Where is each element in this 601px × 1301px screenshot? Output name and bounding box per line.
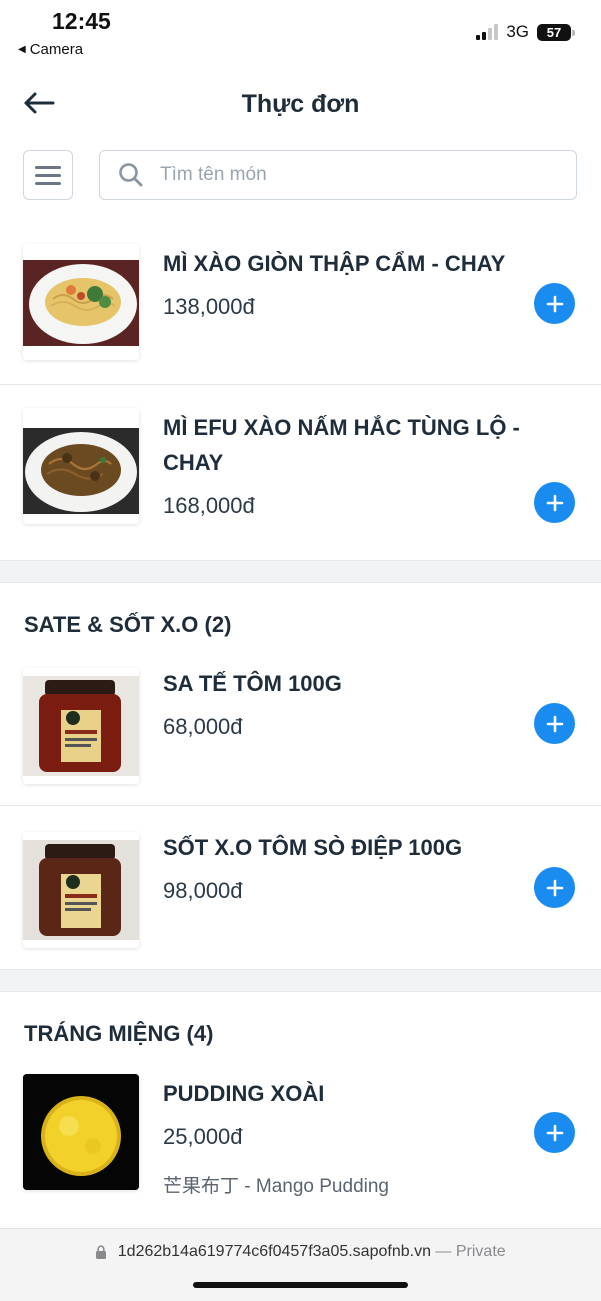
private-label: — Private: [435, 1243, 506, 1260]
item-image: [23, 408, 139, 524]
menu-item[interactable]: SA TẾ TÔM 100G 68,000đ: [0, 660, 601, 806]
add-to-cart-button[interactable]: [534, 1112, 575, 1153]
menu-item[interactable]: MÌ EFU XÀO NẤM HẮC TÙNG LỘ - CHAY 168,00…: [0, 400, 601, 560]
battery-icon: 57: [537, 23, 575, 41]
status-bar: 12:45 ◀ Camera 3G 57: [0, 0, 601, 70]
plus-icon: [546, 295, 563, 312]
item-price: 138,000đ: [163, 294, 255, 319]
section-separator: [0, 560, 601, 583]
add-to-cart-button[interactable]: [534, 482, 575, 523]
home-indicator[interactable]: [193, 1282, 408, 1288]
category-menu-button[interactable]: [23, 150, 73, 200]
plus-icon: [546, 1124, 563, 1141]
item-image: [23, 1074, 139, 1190]
back-app-label: Camera: [29, 41, 84, 58]
section-title: TRÁNG MIỆNG (4): [24, 1021, 214, 1046]
item-price: 68,000đ: [163, 714, 243, 739]
back-to-app-link[interactable]: ◀ Camera: [18, 41, 83, 58]
item-description: 芒果布丁 - Mango Pudding: [163, 1176, 389, 1197]
item-name: PUDDING XOÀI: [163, 1081, 325, 1106]
lock-icon: [96, 1245, 107, 1259]
back-triangle-icon: ◀: [18, 44, 26, 55]
url-text: 1d262b14a619774c6f0457f3a05.sapofnb.vn: [117, 1243, 431, 1260]
item-name: MÌ EFU XÀO NẤM HẮC TÙNG LỘ - CHAY: [163, 415, 520, 475]
battery-level: 57: [546, 24, 562, 40]
url-display[interactable]: 1d262b14a619774c6f0457f3a05.sapofnb.vn —…: [0, 1243, 601, 1261]
browser-address-bar[interactable]: 1d262b14a619774c6f0457f3a05.sapofnb.vn —…: [0, 1228, 601, 1301]
signal-icon: [476, 24, 499, 40]
section-separator: [0, 969, 601, 992]
item-name: MÌ XÀO GIÒN THẬP CẨM - CHAY: [163, 251, 506, 276]
plus-icon: [546, 494, 563, 511]
search-box[interactable]: [99, 150, 577, 200]
menu-item[interactable]: MÌ XÀO GIÒN THẬP CẨM - CHAY 138,000đ: [0, 236, 601, 386]
item-image: [23, 668, 139, 784]
section-title: SATE & SỐT X.O (2): [24, 612, 232, 637]
network-type: 3G: [506, 22, 529, 41]
item-price: 168,000đ: [163, 493, 255, 518]
divider: [0, 805, 601, 806]
status-time: 12:45: [52, 8, 111, 34]
add-to-cart-button[interactable]: [534, 703, 575, 744]
search-input[interactable]: [158, 163, 542, 187]
page-header: Thực đơn: [0, 80, 601, 135]
search-icon: [119, 163, 143, 187]
page-title: Thực đơn: [241, 90, 360, 118]
plus-icon: [546, 715, 563, 732]
hamburger-icon: [35, 165, 61, 169]
divider: [0, 384, 601, 385]
item-name: SỐT X.O TÔM SÒ ĐIỆP 100G: [163, 835, 463, 860]
item-price: 25,000đ: [163, 1124, 243, 1149]
item-name: SA TẾ TÔM 100G: [163, 671, 342, 696]
add-to-cart-button[interactable]: [534, 283, 575, 324]
add-to-cart-button[interactable]: [534, 867, 575, 908]
item-image: [23, 244, 139, 360]
menu-item[interactable]: PUDDING XOÀI 25,000đ 芒果布丁 - Mango Puddin…: [0, 1068, 601, 1228]
plus-icon: [546, 879, 563, 896]
item-image: [23, 832, 139, 948]
menu-item[interactable]: SỐT X.O TÔM SÒ ĐIỆP 100G 98,000đ: [0, 824, 601, 970]
status-indicators: 3G 57: [476, 22, 575, 42]
item-price: 98,000đ: [163, 878, 243, 903]
